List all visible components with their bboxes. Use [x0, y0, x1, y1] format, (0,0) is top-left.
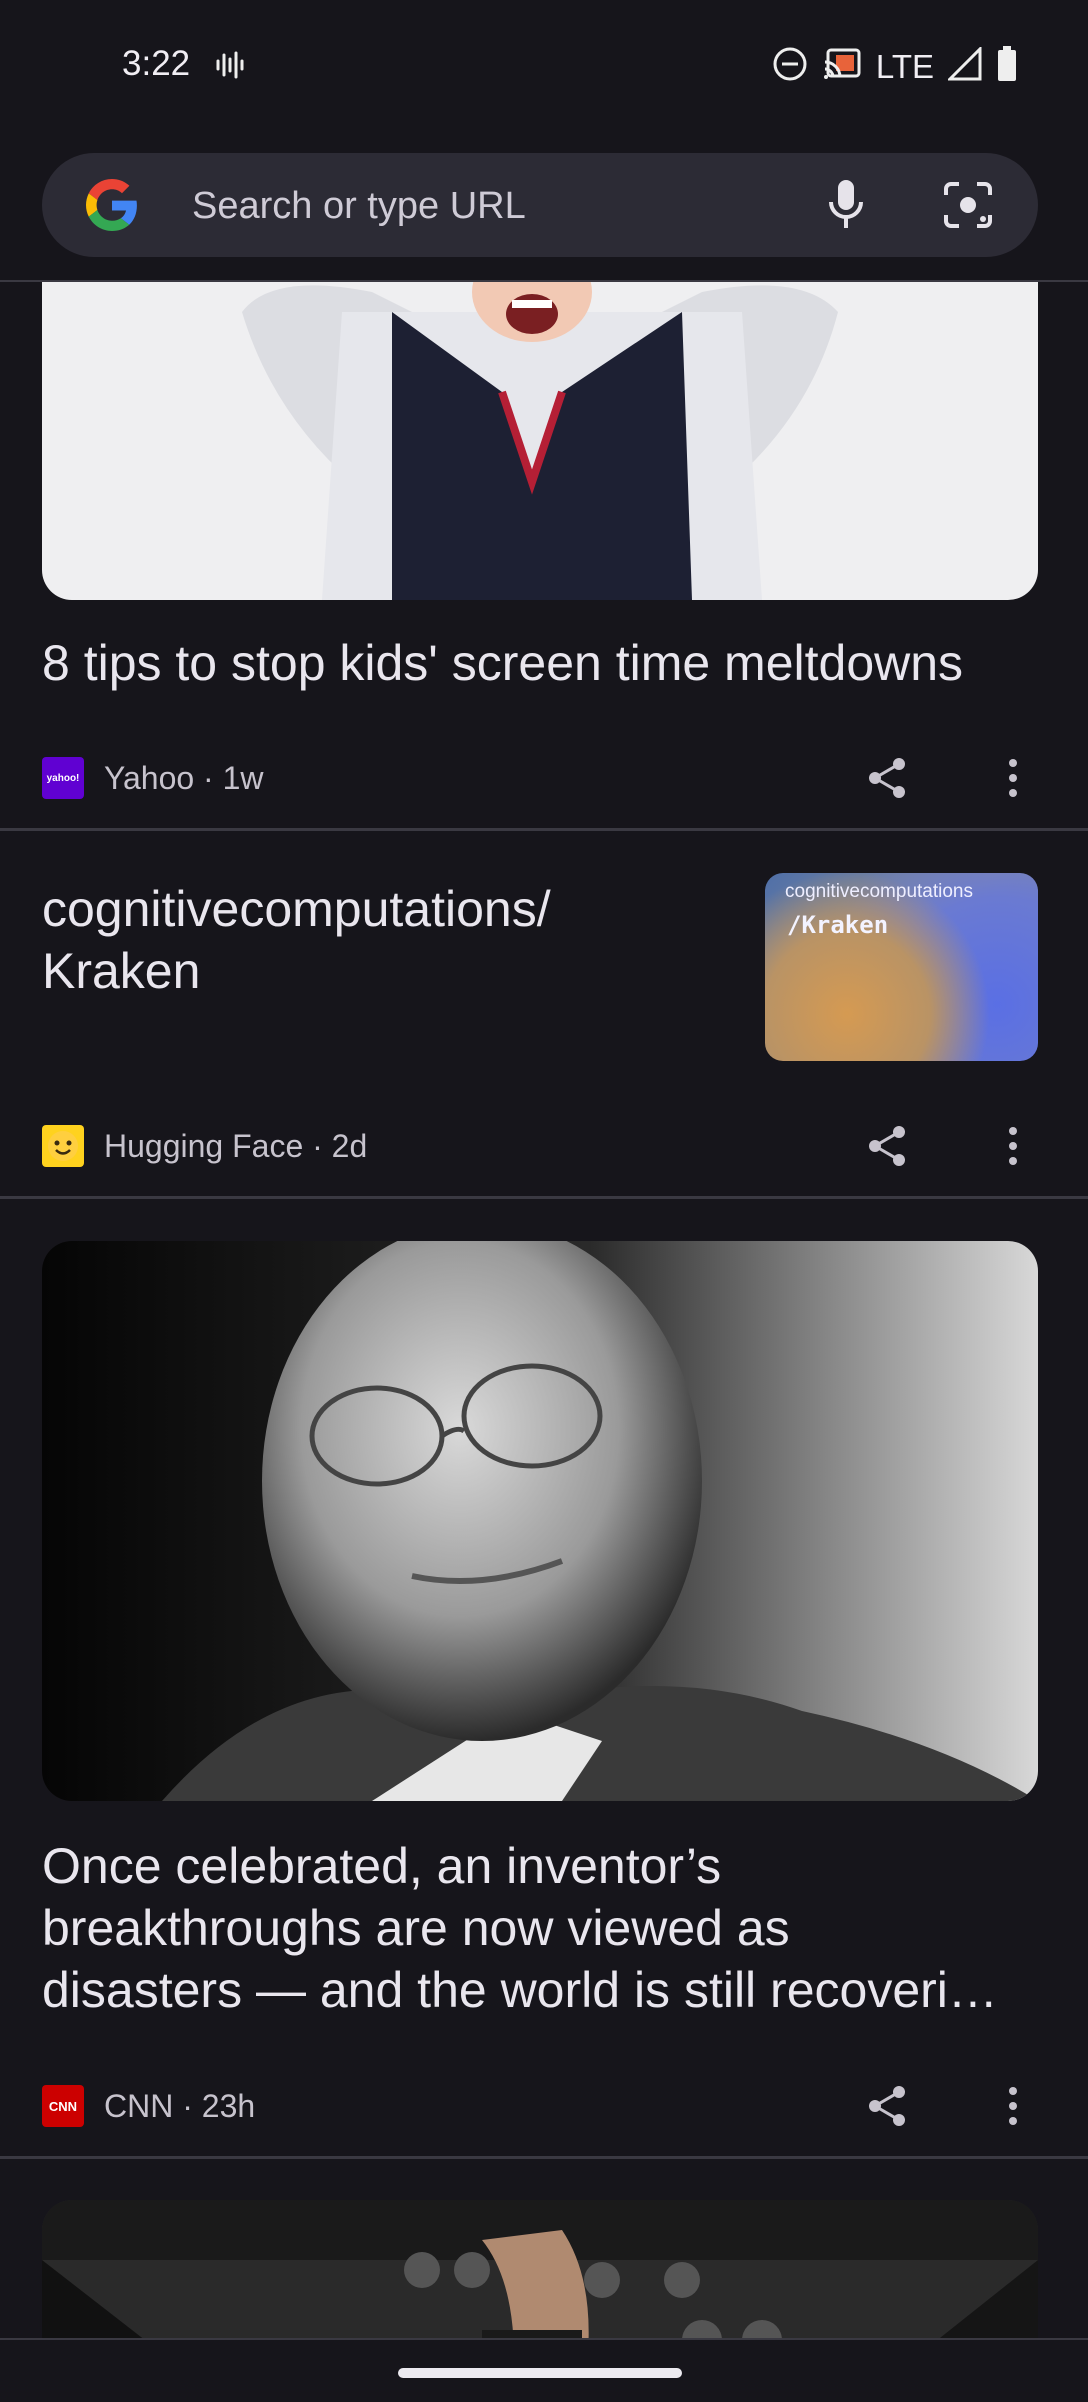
article-image-cockpit[interactable] [42, 2200, 1038, 2338]
card-divider [0, 2156, 1088, 2159]
article-age: 1w [222, 759, 264, 796]
hugging-face-logo-icon [42, 1125, 84, 1167]
article-title[interactable]: 8 tips to stop kids' screen time meltdow… [42, 632, 1042, 694]
google-logo-icon [86, 179, 138, 231]
meta-separator: · [194, 759, 223, 796]
article-image-portrait[interactable] [42, 1241, 1038, 1801]
thumbnail-owner: cognitivecomputations [785, 881, 973, 902]
share-icon[interactable] [862, 753, 912, 803]
share-icon[interactable] [862, 1121, 912, 1171]
more-options-icon[interactable] [988, 1121, 1038, 1171]
search-input[interactable] [190, 153, 834, 259]
article-title[interactable]: Once celebrated, an inventor’s breakthro… [42, 1835, 1042, 2021]
article-thumbnail[interactable]: cognitivecomputations /Kraken [765, 873, 1038, 1061]
yahoo-logo-text: yahoo! [46, 772, 80, 784]
more-options-icon[interactable] [988, 753, 1038, 803]
mic-icon[interactable] [818, 177, 874, 233]
search-bar[interactable] [42, 153, 1038, 259]
card-divider [0, 828, 1088, 831]
article-age: 23h [201, 2087, 256, 2124]
article-title-line: Once celebrated, an inventor’s [42, 1838, 722, 1894]
voicemail-wave-icon [214, 50, 244, 85]
article-title-line: cognitivecomputations/ [42, 881, 551, 937]
cast-icon [822, 47, 862, 86]
publisher-name: CNN [104, 2087, 174, 2124]
publisher-name: Hugging Face [104, 1127, 304, 1164]
status-bar: 3:22 LTE [0, 0, 1088, 134]
network-type: LTE [875, 47, 934, 85]
discover-feed[interactable]: 8 tips to stop kids' screen time meltdow… [0, 282, 1088, 2338]
yahoo-logo-icon: yahoo! [42, 757, 84, 799]
battery-icon [996, 46, 1018, 87]
lens-camera-icon[interactable] [938, 177, 998, 233]
article-title-line: breakthroughs are now viewed as [42, 1900, 790, 1956]
gesture-handle[interactable] [398, 2368, 682, 2378]
status-time: 3:22 [122, 44, 191, 83]
do-not-disturb-icon [772, 46, 808, 87]
publisher-name: Yahoo [104, 759, 195, 796]
article-meta: yahoo! Yahoo · 1w [42, 757, 264, 799]
card-divider [0, 1196, 1088, 1199]
cnn-logo-icon: CNN [42, 2085, 84, 2127]
article-title-line: disasters — and the world is still recov… [42, 1962, 998, 2018]
meta-separator: · [303, 1127, 332, 1164]
article-meta: CNN CNN · 23h [42, 2085, 255, 2127]
article-image-kid[interactable] [42, 282, 1038, 600]
signal-icon [946, 45, 982, 86]
share-icon[interactable] [862, 2081, 912, 2131]
thumbnail-repo: /Kraken [787, 911, 889, 939]
navigation-bar [0, 2338, 1088, 2402]
cnn-logo-text: CNN [48, 2098, 78, 2114]
article-meta: Hugging Face · 2d [42, 1125, 367, 1167]
article-title-line: Kraken [42, 943, 201, 999]
meta-separator: · [173, 2087, 202, 2124]
article-age: 2d [331, 1127, 368, 1164]
article-title[interactable]: cognitivecomputations/ Kraken [42, 878, 702, 1002]
status-icons: LTE [772, 45, 1018, 87]
more-options-icon[interactable] [988, 2081, 1038, 2131]
